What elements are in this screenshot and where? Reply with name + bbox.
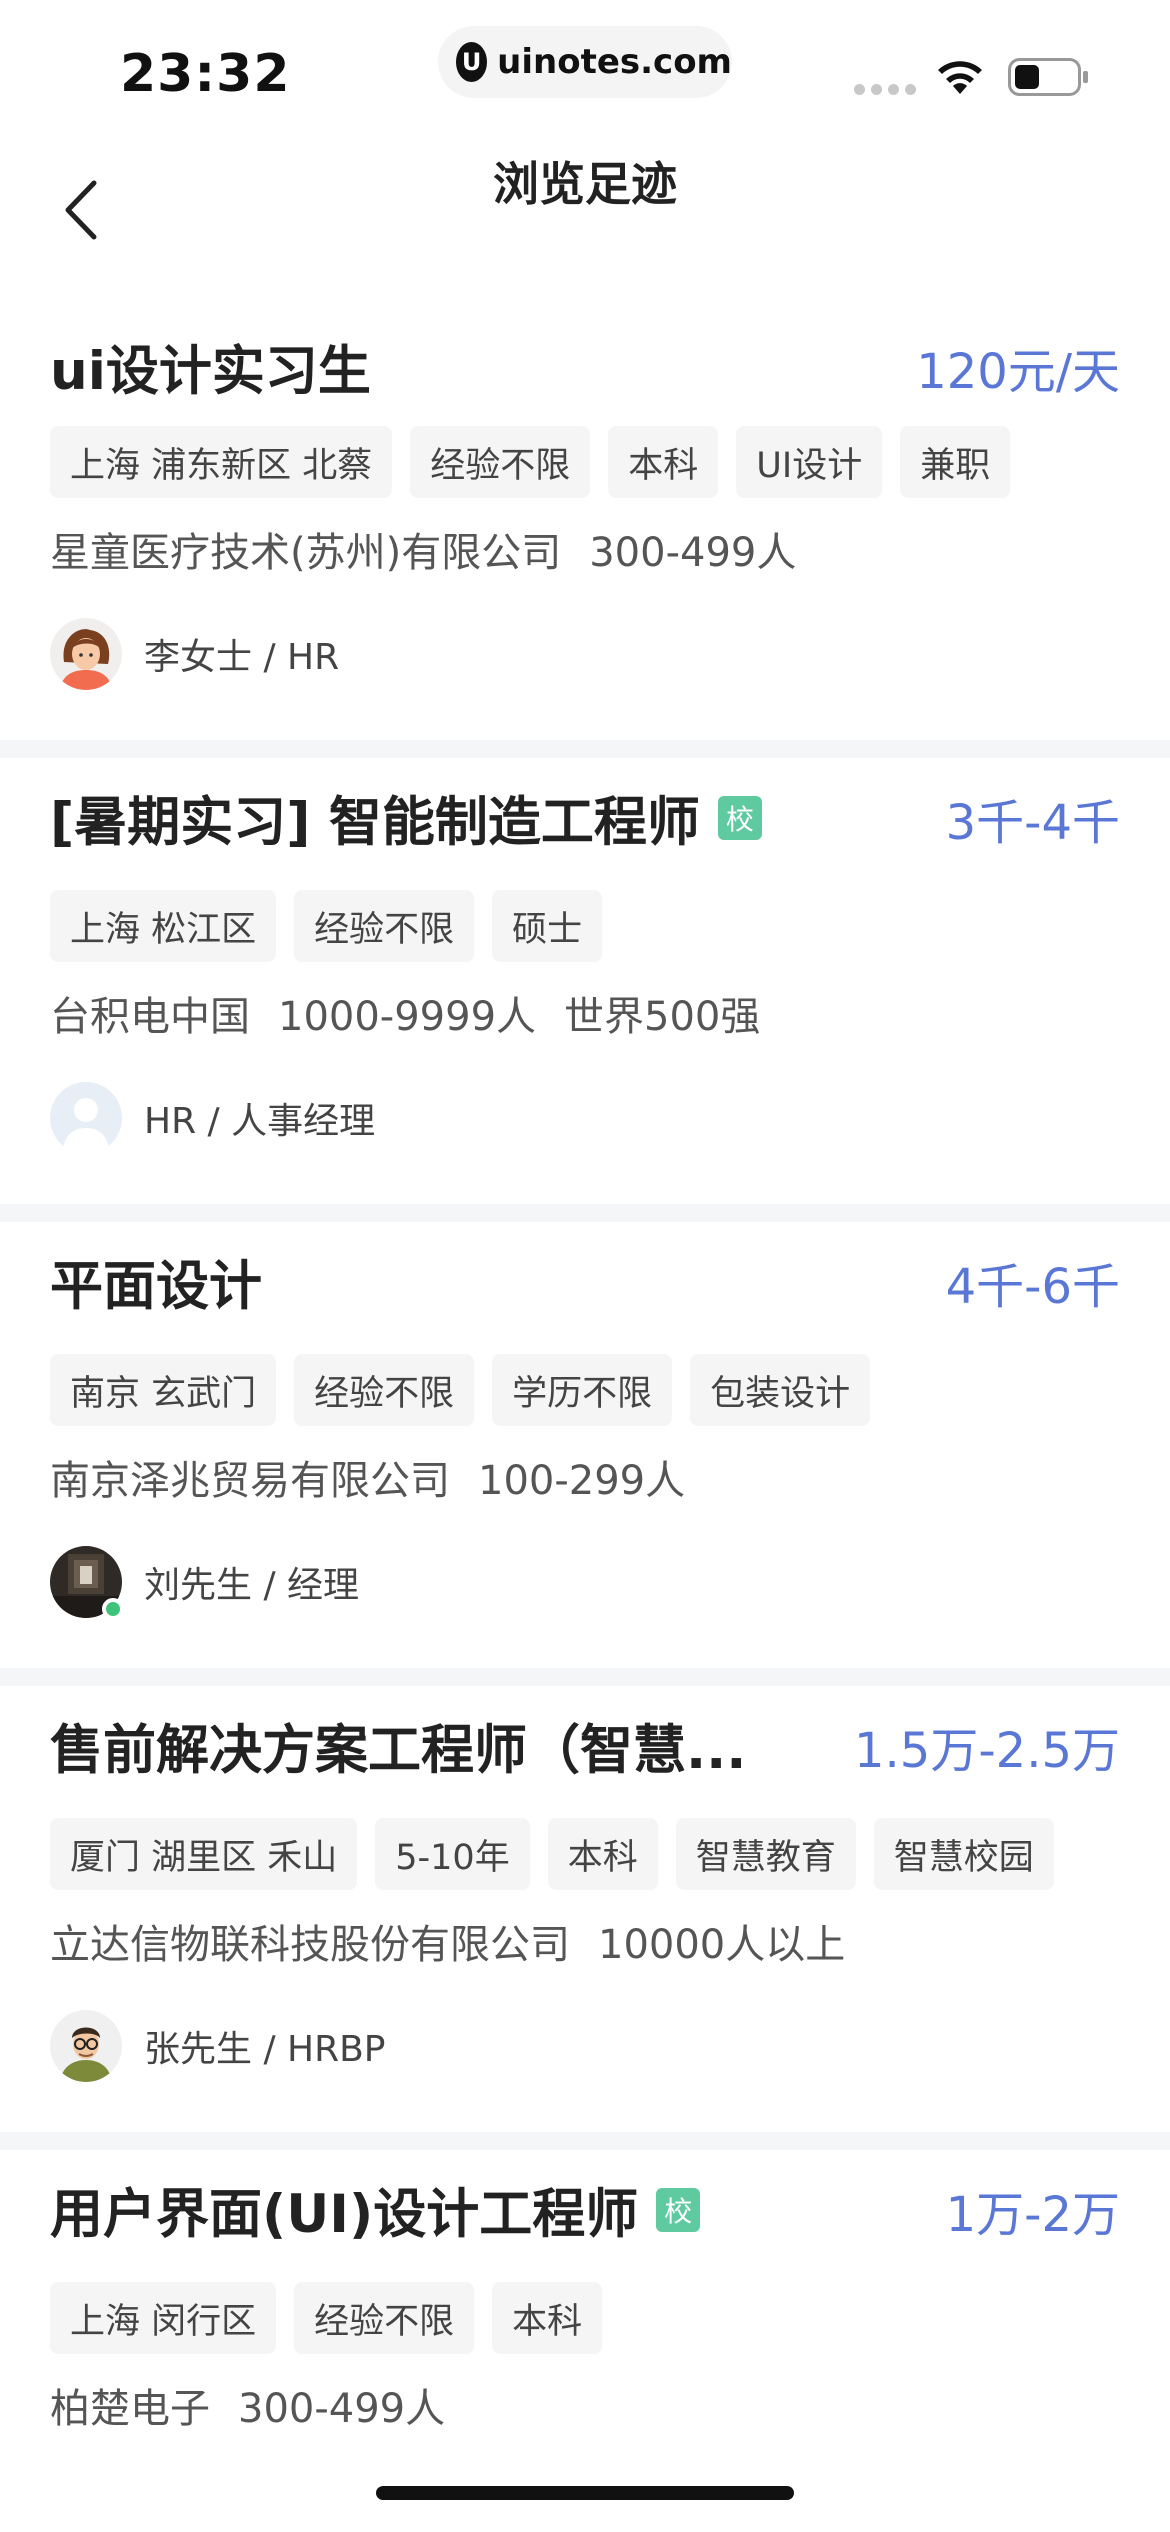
job-salary: 1.5万-2.5万 [854, 1723, 1120, 1779]
job-title-text: [暑期实习] 智能制造工程师 [50, 792, 700, 853]
job-tags: 上海 松江区 经验不限 硕士 [50, 890, 1120, 962]
job-tags: 南京 玄武门 经验不限 学历不限 包装设计 [50, 1354, 1120, 1426]
job-tag: 厦门 湖里区 禾山 [50, 1818, 358, 1890]
job-tags: 厦门 湖里区 禾山 5-10年 本科 智慧教育 智慧校园 [50, 1818, 1120, 1890]
company-name: 立达信物联科技股份有限公司 [50, 1922, 570, 1968]
job-salary: 1万-2万 [945, 2187, 1120, 2243]
home-indicator[interactable] [376, 2486, 794, 2500]
default-avatar-icon [50, 1082, 122, 1154]
job-tags: 上海 闵行区 经验不限 本科 [50, 2282, 1120, 2354]
company-info: 柏楚电子 300-499人 [50, 2376, 1120, 2434]
job-tag: 智慧教育 [675, 1818, 856, 1890]
job-salary: 120元/天 [916, 344, 1120, 400]
job-tags: 上海 浦东新区 北蔡 经验不限 本科 UI设计 兼职 [50, 426, 1120, 498]
status-time: 23:32 [120, 44, 291, 104]
job-card-header: 售前解决方案工程师（智慧... 1.5万-2.5万 [50, 1686, 1120, 1806]
battery-icon [1008, 58, 1088, 96]
job-tag: 南京 玄武门 [50, 1354, 277, 1426]
job-tag: 包装设计 [690, 1354, 871, 1426]
recruiter-name: 刘先生 / 经理 [144, 1565, 360, 1606]
job-tag: 本科 [492, 2282, 603, 2354]
job-card[interactable]: 用户界面(UI)设计工程师校 1万-2万 上海 闵行区 经验不限 本科 柏楚电子… [0, 2132, 1170, 2434]
company-info: 星童医疗技术(苏州)有限公司 300-499人 [50, 520, 1120, 578]
company-name: 南京泽兆贸易有限公司 [50, 1458, 450, 1504]
site-logo-icon: U [456, 42, 488, 82]
job-title-text: ui设计实习生 [50, 341, 371, 402]
avatar [50, 618, 122, 690]
company-info: 台积电中国 1000-9999人 世界500强 [50, 984, 1120, 1042]
company-size: 1000-9999人 [278, 994, 537, 1040]
job-tag: UI设计 [736, 426, 883, 498]
status-bar: 23:32 U uinotes.com [0, 0, 1170, 130]
page-title: 浏览足迹 [493, 157, 677, 211]
avatar [50, 2010, 122, 2082]
recruiter-name: HR / 人事经理 [144, 1101, 376, 1142]
job-title: 售前解决方案工程师（智慧... [50, 1708, 746, 1784]
job-tag: 经验不限 [410, 426, 591, 498]
recruiter-row: 李女士 / HR [50, 618, 1120, 740]
job-title: ui设计实习生 [50, 329, 371, 405]
job-title-text: 平面设计 [50, 1256, 262, 1317]
avatar [50, 1546, 124, 1620]
company-info: 立达信物联科技股份有限公司 10000人以上 [50, 1912, 1120, 1970]
cellular-signal-icon [854, 84, 916, 95]
job-tag: 经验不限 [294, 890, 475, 962]
url-pill[interactable]: U uinotes.com [438, 26, 732, 98]
job-title-text: 用户界面(UI)设计工程师 [50, 2184, 639, 2245]
company-size: 10000人以上 [598, 1922, 846, 1968]
company-size: 100-299人 [478, 1458, 686, 1504]
company-name: 柏楚电子 [50, 2386, 210, 2432]
company-label: 世界500强 [564, 994, 761, 1040]
job-tag: 硕士 [492, 890, 603, 962]
navigation-bar: 浏览足迹 [0, 130, 1170, 280]
url-text: uinotes.com [497, 42, 732, 82]
page: 23:32 U uinotes.com 浏览足迹 ui设计实习生 120元/天 … [0, 0, 1170, 2532]
avatar [50, 1082, 122, 1154]
recruiter-row: 张先生 / HRBP [50, 2010, 1120, 2132]
company-size: 300-499人 [589, 530, 797, 576]
job-card[interactable]: 平面设计 4千-6千 南京 玄武门 经验不限 学历不限 包装设计 南京泽兆贸易有… [0, 1204, 1170, 1668]
job-tag: 上海 浦东新区 北蔡 [50, 426, 393, 498]
job-list: ui设计实习生 120元/天 上海 浦东新区 北蔡 经验不限 本科 UI设计 兼… [0, 280, 1170, 2434]
job-tag: 兼职 [900, 426, 1011, 498]
company-name: 星童医疗技术(苏州)有限公司 [50, 530, 562, 576]
female-avatar-icon [50, 618, 122, 690]
job-title: [暑期实习] 智能制造工程师校 [50, 780, 762, 856]
job-card-header: ui设计实习生 120元/天 [50, 320, 1120, 414]
job-tag: 经验不限 [294, 2282, 475, 2354]
job-tag: 上海 闵行区 [50, 2282, 277, 2354]
job-card-header: [暑期实习] 智能制造工程师校 3千-4千 [50, 758, 1120, 878]
job-salary: 4千-6千 [945, 1259, 1120, 1315]
company-info: 南京泽兆贸易有限公司 100-299人 [50, 1448, 1120, 1506]
job-tag: 学历不限 [492, 1354, 673, 1426]
job-tag: 智慧校园 [873, 1818, 1054, 1890]
job-tag: 本科 [547, 1818, 658, 1890]
site-logo-letter: U [461, 48, 482, 76]
job-card[interactable]: 售前解决方案工程师（智慧... 1.5万-2.5万 厦门 湖里区 禾山 5-10… [0, 1668, 1170, 2132]
job-tag: 5-10年 [375, 1818, 530, 1890]
campus-badge: 校 [656, 2188, 701, 2232]
campus-badge: 校 [717, 796, 762, 840]
job-card-header: 用户界面(UI)设计工程师校 1万-2万 [50, 2150, 1120, 2270]
job-tag: 本科 [608, 426, 719, 498]
recruiter-name: 张先生 / HRBP [144, 2029, 386, 2070]
job-title-text: 售前解决方案工程师（智慧... [50, 1720, 747, 1781]
job-card-header: 平面设计 4千-6千 [50, 1222, 1120, 1342]
job-tag: 上海 松江区 [50, 890, 277, 962]
wifi-icon [938, 61, 982, 94]
job-tag: 经验不限 [294, 1354, 475, 1426]
recruiter-row: HR / 人事经理 [50, 1082, 1120, 1204]
online-status-dot [102, 1598, 124, 1620]
recruiter-name: 李女士 / HR [144, 637, 340, 678]
male-avatar-icon [50, 2010, 122, 2082]
job-card[interactable]: ui设计实习生 120元/天 上海 浦东新区 北蔡 经验不限 本科 UI设计 兼… [0, 320, 1170, 740]
recruiter-row: 刘先生 / 经理 [50, 1546, 1120, 1668]
job-salary: 3千-4千 [945, 795, 1120, 851]
company-name: 台积电中国 [50, 994, 250, 1040]
job-title: 用户界面(UI)设计工程师校 [50, 2172, 701, 2248]
company-size: 300-499人 [238, 2386, 446, 2432]
job-card[interactable]: [暑期实习] 智能制造工程师校 3千-4千 上海 松江区 经验不限 硕士 台积电… [0, 740, 1170, 1204]
job-title: 平面设计 [50, 1244, 262, 1320]
